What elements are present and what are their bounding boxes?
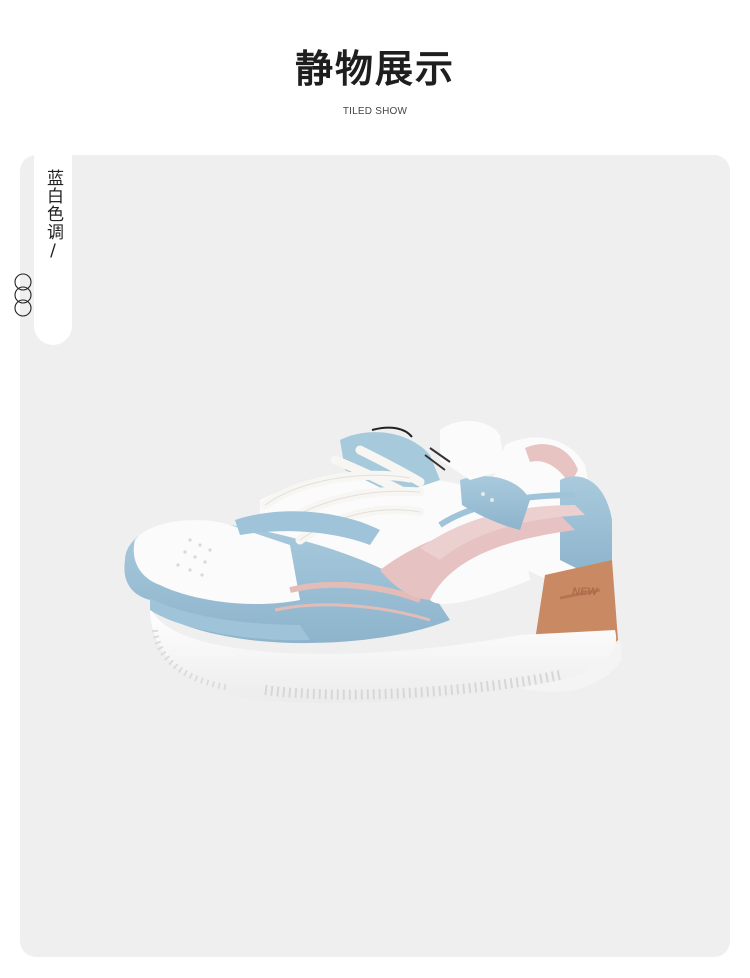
heel-logo-text: NEW (572, 586, 599, 598)
sneaker-illustration: NEW (124, 420, 622, 704)
